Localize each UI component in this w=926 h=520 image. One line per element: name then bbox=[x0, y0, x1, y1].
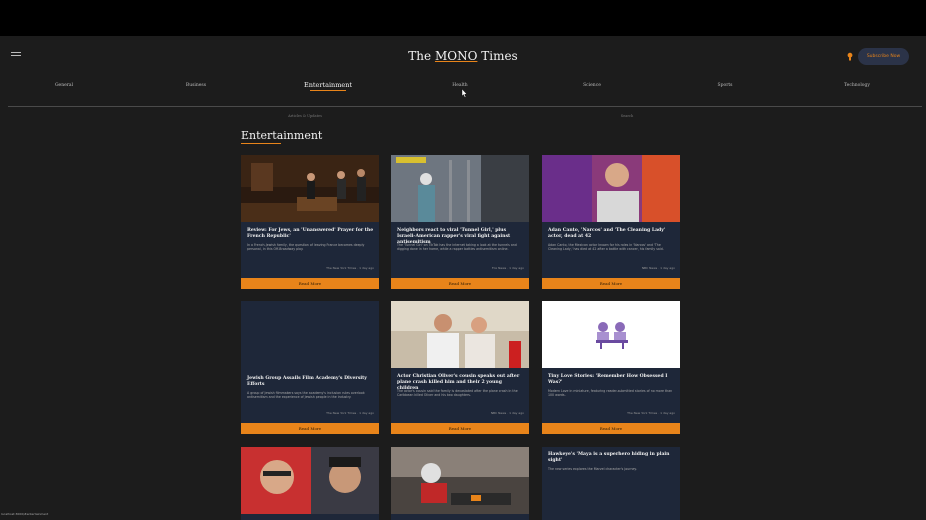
read-more-button[interactable]: Read More bbox=[241, 278, 379, 289]
article-title: Review: For Jews, an 'Unanswered' Prayer… bbox=[247, 228, 374, 239]
article-title: Adan Canto, 'Narcos' and 'The Cleaning L… bbox=[548, 228, 666, 239]
nav-item-sports[interactable]: Sports bbox=[685, 83, 765, 88]
subscribe-button[interactable]: Subscribe Now bbox=[858, 48, 909, 65]
article-description: Modern Love in miniature, featuring read… bbox=[548, 389, 673, 398]
nav-item-general[interactable]: General bbox=[24, 83, 104, 88]
article-source: Fox News · 1 day ago bbox=[492, 266, 524, 270]
article-title: Hawkeye's 'Maya is a superhero hiding in… bbox=[548, 452, 670, 463]
subnav-right[interactable]: Search bbox=[587, 114, 667, 118]
brand-title[interactable]: The MONO Times bbox=[0, 49, 926, 63]
article-card[interactable]: Adan Canto, 'Narcos' and 'The Cleaning L… bbox=[542, 155, 680, 289]
article-image bbox=[241, 447, 379, 514]
read-more-button[interactable]: Read More bbox=[391, 278, 529, 289]
article-source: The New York Times · 1 day ago bbox=[326, 411, 374, 415]
brand-mono: MONO bbox=[434, 49, 478, 63]
article-card[interactable] bbox=[241, 447, 379, 520]
header: The MONO Times Subscribe Now bbox=[0, 36, 926, 78]
article-source: The New York Times · 1 day ago bbox=[326, 266, 374, 270]
article-source: NBC News · 1 day ago bbox=[490, 411, 524, 415]
article-card[interactable]: Review: For Jews, an 'Unanswered' Prayer… bbox=[241, 155, 379, 289]
article-card[interactable]: Jewish Group Assails Film Academy's Dive… bbox=[241, 301, 379, 434]
article-source: NBC News · 1 day ago bbox=[641, 266, 675, 270]
brand-suffix: Times bbox=[477, 49, 518, 63]
mouse-cursor-icon bbox=[461, 89, 467, 98]
article-image bbox=[542, 155, 680, 222]
article-image bbox=[391, 447, 529, 514]
subnav-left[interactable]: Articles & Updates bbox=[265, 114, 345, 118]
article-description: A group of Jewish filmmakers says the ac… bbox=[247, 391, 365, 400]
article-title: Tiny Love Stories: 'Remember How Obsesse… bbox=[548, 374, 668, 385]
nav-item-health[interactable]: Health bbox=[420, 83, 500, 88]
app: The MONO Times Subscribe Now General Bus… bbox=[0, 36, 926, 520]
nav-item-business[interactable]: Business bbox=[156, 83, 236, 88]
nav-item-science[interactable]: Science bbox=[552, 83, 632, 88]
article-image bbox=[542, 301, 680, 368]
read-more-button[interactable]: Read More bbox=[542, 278, 680, 289]
article-card[interactable]: Tiny Love Stories: 'Remember How Obsesse… bbox=[542, 301, 680, 434]
article-title: Jewish Group Assails Film Academy's Dive… bbox=[247, 376, 367, 387]
article-source: The New York Times · 1 day ago bbox=[627, 411, 675, 415]
article-description: Adan Canto, the Mexican actor known for … bbox=[548, 243, 664, 252]
lightbulb-icon[interactable] bbox=[847, 52, 853, 62]
brand-prefix: The bbox=[408, 49, 435, 63]
nav-item-technology[interactable]: Technology bbox=[817, 83, 897, 88]
nav-item-entertainment[interactable]: Entertainment bbox=[288, 81, 368, 91]
article-card[interactable]: Actor Christian Oliver's cousin speaks o… bbox=[391, 301, 529, 434]
article-image bbox=[241, 155, 379, 222]
article-description: The 'Tunnel Girl' on TikTok has the inte… bbox=[397, 243, 517, 252]
read-more-button[interactable]: Read More bbox=[542, 423, 680, 434]
article-description: The actor's cousin said the family is de… bbox=[397, 389, 518, 398]
read-more-button[interactable]: Read More bbox=[241, 423, 379, 434]
status-url: localhost:3000/#entertainment bbox=[1, 512, 49, 516]
article-image bbox=[391, 301, 529, 368]
article-description: In a French-Jewish family, the question … bbox=[247, 243, 365, 252]
article-description: The new series explores the Marvel chara… bbox=[548, 467, 637, 471]
article-card[interactable] bbox=[391, 447, 529, 520]
browser-chrome bbox=[0, 0, 926, 36]
article-image bbox=[391, 155, 529, 222]
read-more-button[interactable]: Read More bbox=[391, 423, 529, 434]
section-title: Entertainment bbox=[241, 129, 323, 142]
article-card[interactable]: Neighbors react to viral 'Tunnel Girl,' … bbox=[391, 155, 529, 289]
article-card[interactable]: Hawkeye's 'Maya is a superhero hiding in… bbox=[542, 447, 680, 520]
nav-divider bbox=[8, 106, 922, 107]
